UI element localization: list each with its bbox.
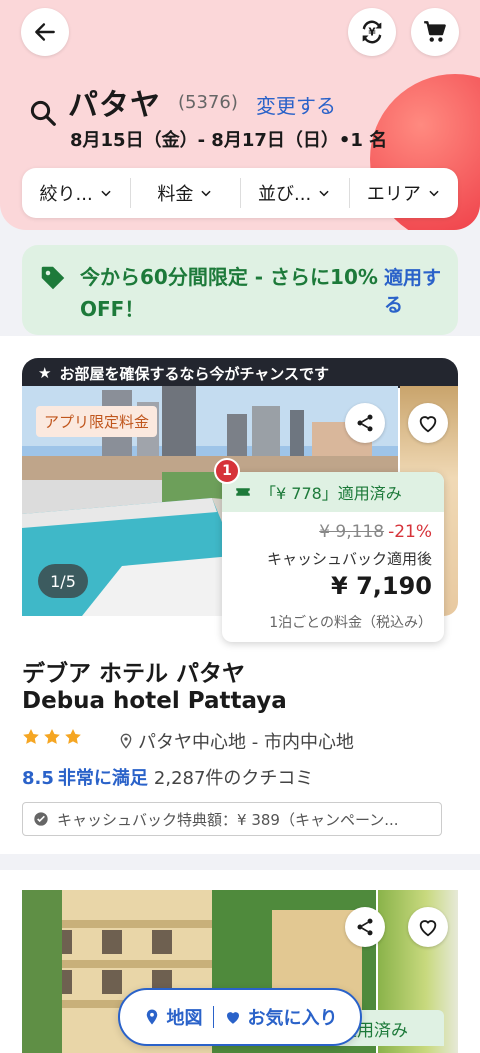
final-price: ¥ 7,190	[331, 572, 432, 600]
back-button[interactable]	[21, 8, 69, 56]
notification-badge: 1	[214, 458, 240, 484]
share-button[interactable]	[345, 907, 385, 947]
share-button[interactable]	[345, 403, 385, 443]
favorites-label: お気に入り	[247, 1008, 338, 1029]
promo-banner: 今から60分間限定 - さらに10% OFF！ 適用する	[22, 245, 458, 335]
star-rating	[22, 728, 106, 751]
coupon-applied-text: 「¥ 778」適用済み	[260, 484, 402, 503]
cart-icon	[424, 21, 446, 42]
filter-label: 並び...	[258, 184, 312, 205]
check-badge-icon	[34, 812, 48, 826]
heart-outline-icon	[419, 920, 437, 937]
ticket-icon	[236, 488, 250, 496]
share-icon	[357, 918, 373, 936]
filter-area[interactable]: エリア	[348, 178, 458, 208]
star-icon: ★	[38, 364, 52, 382]
location-text: パタヤ中心地 - 市内中心地	[138, 732, 354, 753]
discount-percent: -21%	[388, 522, 432, 542]
share-icon	[357, 414, 373, 432]
tag-icon	[41, 266, 65, 290]
map-pin-icon	[146, 1009, 157, 1025]
favorites-button[interactable]: お気に入り	[224, 1004, 338, 1030]
filter-sort[interactable]: 並び...	[239, 178, 349, 208]
chevron-down-icon	[319, 190, 329, 197]
promo-apply-button[interactable]: 適用する	[384, 263, 458, 317]
map-button[interactable]: 地図	[143, 1004, 203, 1030]
promo-message: 今から60分間限定 - さらに10% OFF！	[80, 265, 378, 321]
original-price-row: ¥ 9,118 -21%	[319, 522, 432, 542]
filter-label: 料金	[157, 184, 194, 205]
review-verdict: 非常に満足	[57, 768, 148, 789]
location-row: パタヤ中心地 - 市内中心地	[118, 728, 354, 754]
destination-title[interactable]: パタヤ	[68, 80, 161, 124]
svg-text:¥: ¥	[368, 27, 376, 39]
after-cashback-label: キャッシュバック適用後	[266, 550, 432, 568]
hotel-name-ja[interactable]: デブア ホテル パタヤ	[22, 654, 245, 688]
change-search-link[interactable]: 変更する	[256, 90, 336, 119]
app-exclusive-badge: アプリ限定料金	[36, 406, 158, 437]
search-icon	[30, 100, 56, 126]
urgency-text: お部屋を確保するなら今がチャンスです	[59, 364, 330, 383]
chevron-down-icon	[201, 190, 211, 197]
map-pin-icon	[120, 733, 132, 749]
chevron-down-icon	[429, 190, 439, 197]
result-count: (5376)	[178, 92, 238, 113]
map-label: 地図	[166, 1008, 203, 1029]
original-price: ¥ 9,118	[319, 522, 385, 542]
divider	[212, 1006, 214, 1028]
review-score: 8.5	[22, 768, 54, 789]
currency-exchange-icon: ¥	[362, 20, 382, 44]
favorite-button[interactable]	[408, 907, 448, 947]
hotel-card[interactable]: ★ お部屋を確保するなら今がチャンスです アプリ限定料金 1/5 「¥ 778」…	[0, 336, 480, 854]
coupon-applied-row: 「¥ 778」適用済み	[222, 472, 444, 512]
cart-button[interactable]	[411, 8, 459, 56]
arrow-left-icon	[35, 23, 55, 41]
filter-label: エリア	[366, 184, 421, 205]
heart-outline-icon	[419, 416, 437, 433]
filter-bar: 絞り... 料金 並び... エリア	[22, 168, 458, 218]
floating-action-bar: 地図 お気に入り	[118, 988, 362, 1046]
filter-label: 絞り...	[39, 184, 93, 205]
cashback-note: キャッシュバック特典額：¥ 389（キャンペーン...	[22, 802, 442, 836]
heart-icon	[226, 1012, 239, 1024]
cashback-text: キャッシュバック特典額：¥ 389（キャンペーン...	[57, 810, 399, 829]
filter-price[interactable]: 料金	[130, 178, 239, 208]
chevron-down-icon	[101, 190, 111, 197]
photo-counter: 1/5	[38, 564, 88, 598]
price-panel[interactable]: 「¥ 778」適用済み ¥ 9,118 -21% キャッシュバック適用後 ¥ 7,…	[222, 472, 444, 642]
urgency-banner: ★ お部屋を確保するなら今がチャンスです	[22, 358, 458, 388]
filter-refine[interactable]: 絞り...	[22, 178, 130, 208]
stars-icon	[23, 729, 81, 744]
review-count: 2,287件のクチコミ	[153, 768, 314, 789]
per-night-note: 1泊ごとの料金（税込み）	[269, 615, 432, 631]
review-summary[interactable]: 8.5 非常に満足 2,287件のクチコミ	[22, 764, 313, 790]
currency-button[interactable]: ¥	[348, 8, 396, 56]
favorite-button[interactable]	[408, 403, 448, 443]
dates-guests[interactable]: 8月15日（金）- 8月17日（日）•1 名	[70, 126, 387, 152]
hotel-name-en[interactable]: Debua hotel Pattaya	[22, 688, 287, 714]
